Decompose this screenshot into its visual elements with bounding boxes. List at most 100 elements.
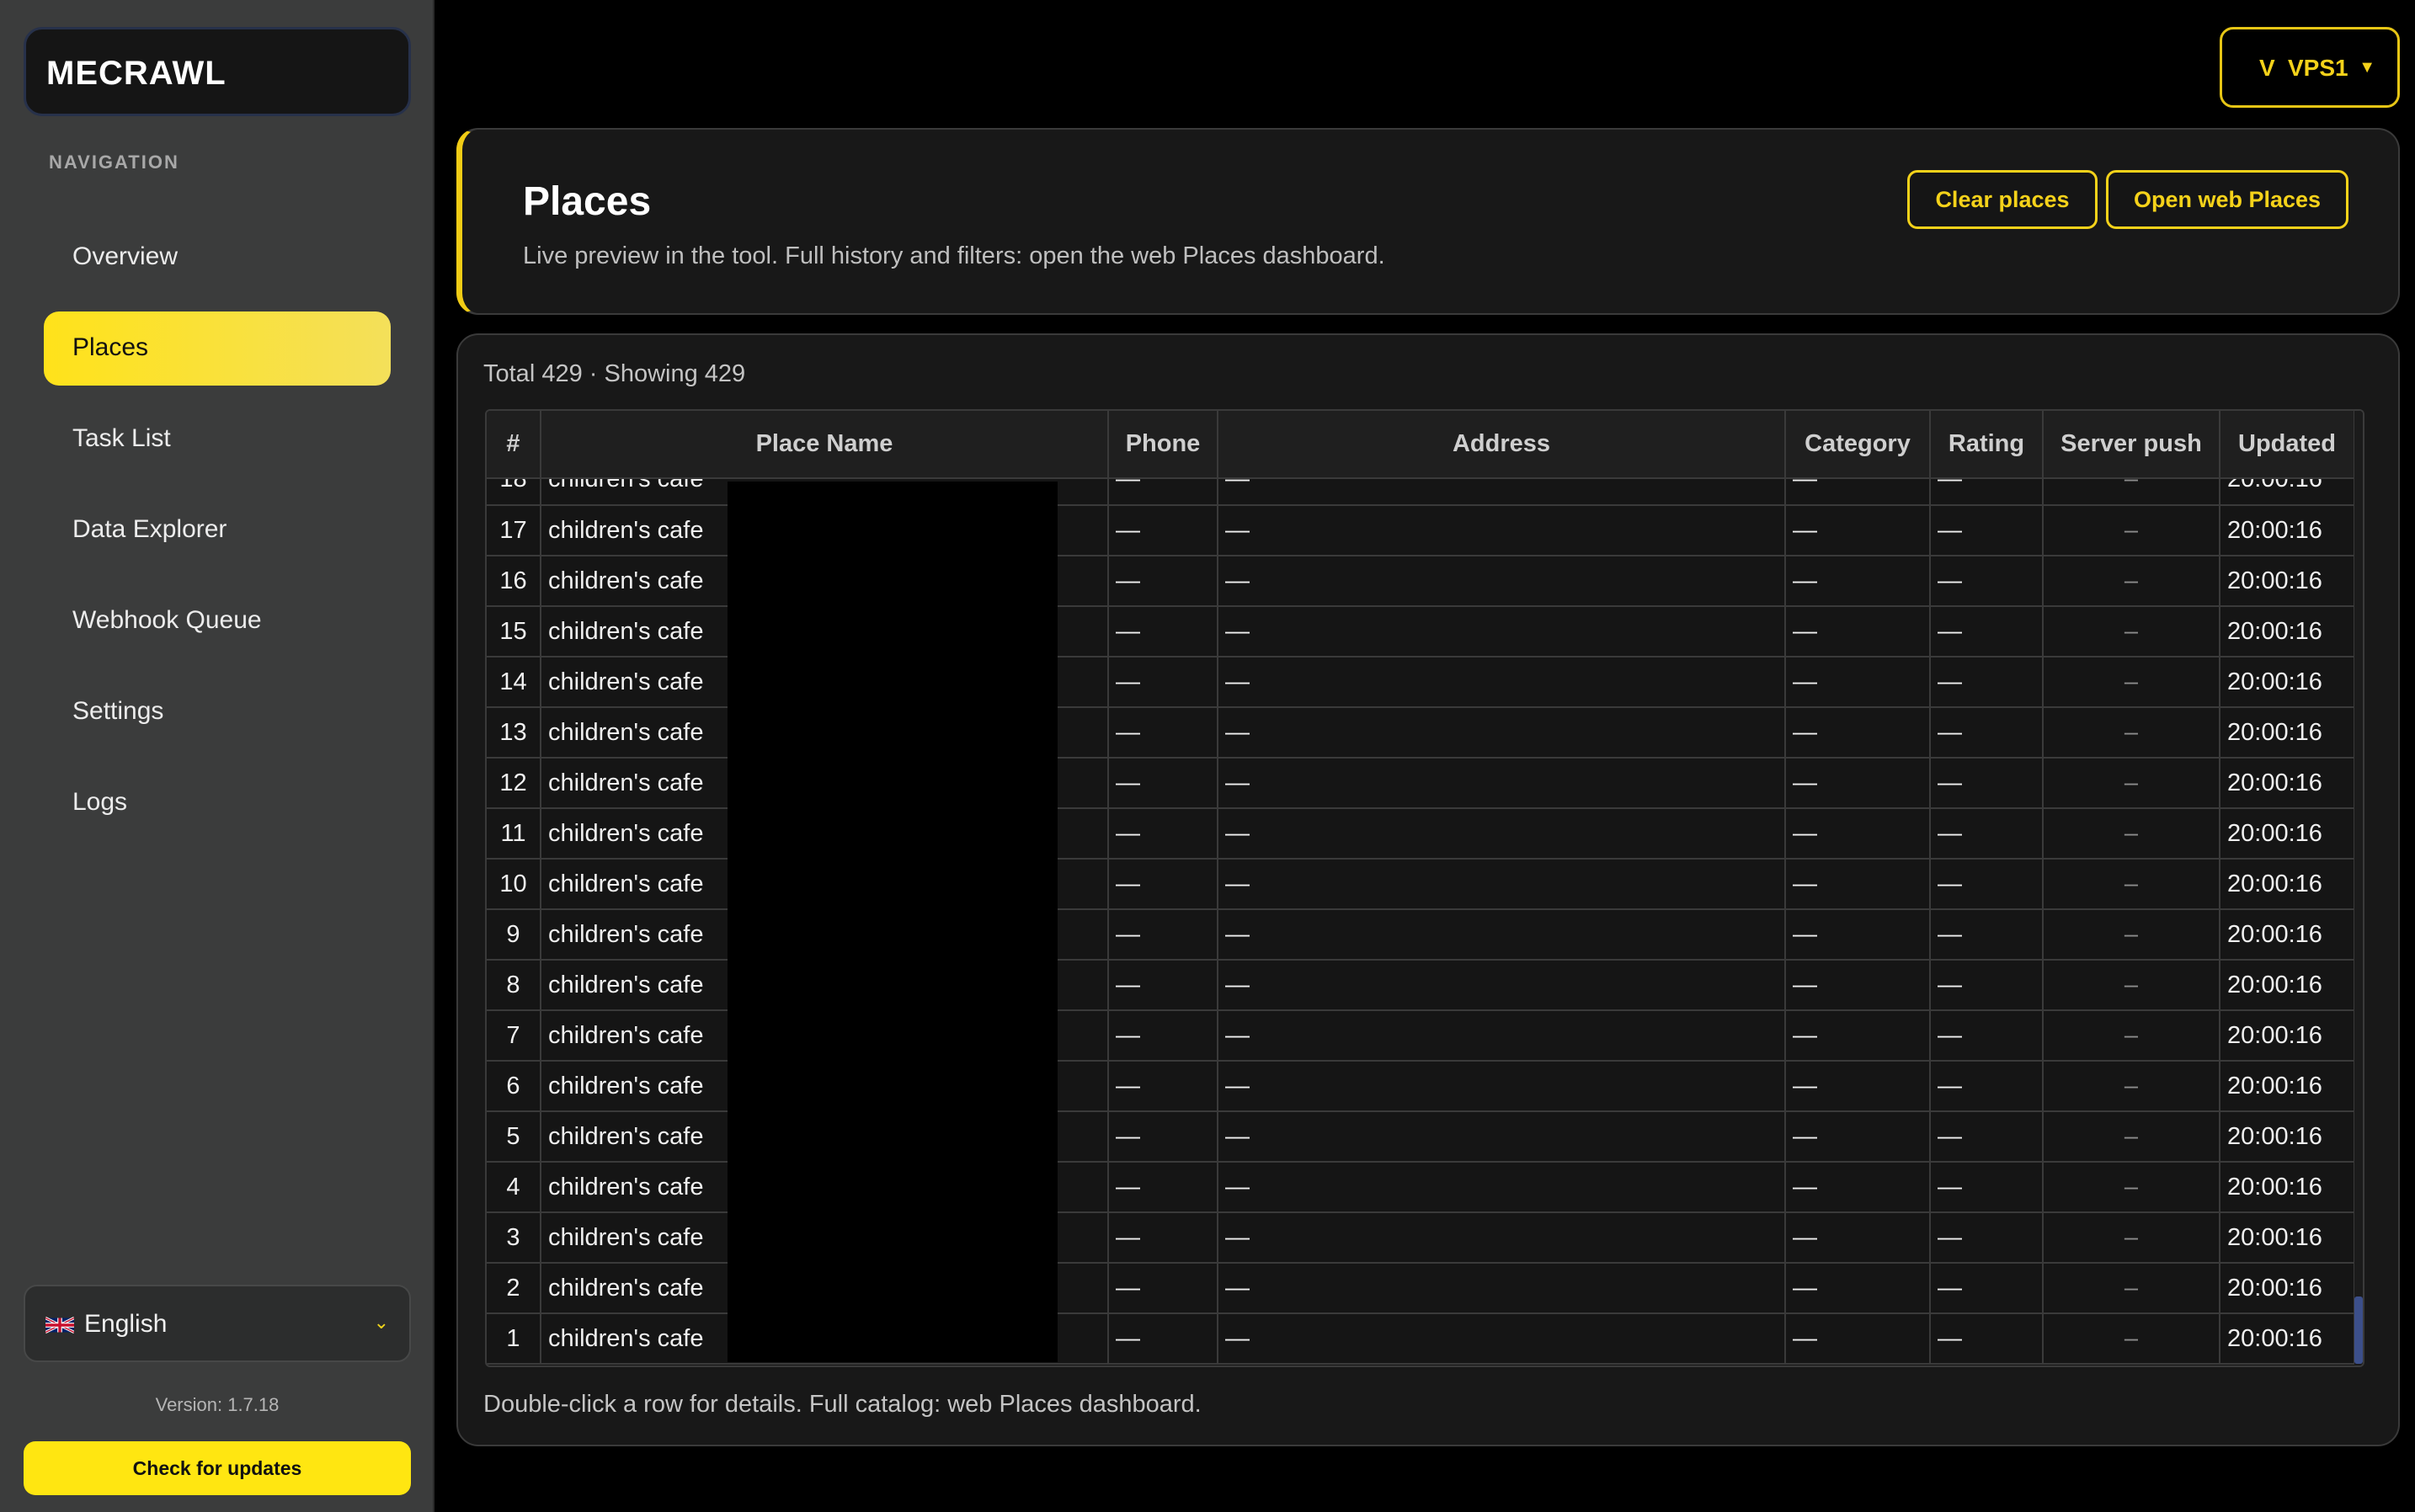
- row-number: 6: [487, 1061, 541, 1112]
- check-updates-button[interactable]: Check for updates: [24, 1441, 411, 1495]
- server-push-cell: –: [2043, 1212, 2220, 1264]
- phone-cell: —: [1108, 707, 1218, 759]
- address-cell: —: [1218, 556, 1786, 607]
- rating-cell: —: [1930, 657, 2044, 708]
- sidebar-item-label: Task List: [72, 424, 171, 452]
- row-number: 17: [487, 505, 541, 556]
- rating-cell: —: [1930, 808, 2044, 860]
- address-cell: —: [1218, 1111, 1786, 1163]
- phone-cell: —: [1108, 909, 1218, 961]
- table-footnote: Double-click a row for details. Full cat…: [483, 1391, 1202, 1418]
- address-cell: —: [1218, 657, 1786, 708]
- category-cell: —: [1785, 657, 1931, 708]
- row-number: 7: [487, 1010, 541, 1062]
- category-cell: —: [1785, 707, 1931, 759]
- column-header-place-name[interactable]: Place Name: [541, 411, 1109, 479]
- updated-cell: 20:00:16: [2220, 960, 2355, 1011]
- phone-cell: —: [1108, 1263, 1218, 1314]
- column-header-category[interactable]: Category: [1785, 411, 1931, 479]
- phone-cell: —: [1108, 556, 1218, 607]
- rating-cell: —: [1930, 909, 2044, 961]
- category-cell: —: [1785, 556, 1931, 607]
- phone-cell: —: [1108, 1010, 1218, 1062]
- row-number: 8: [487, 960, 541, 1011]
- rating-cell: —: [1930, 556, 2044, 607]
- rating-cell: —: [1930, 1061, 2044, 1112]
- column-header-address[interactable]: Address: [1218, 411, 1786, 479]
- updated-cell: 20:00:16: [2220, 758, 2355, 809]
- rating-cell: —: [1930, 758, 2044, 809]
- server-selector[interactable]: V VPS1 ▼: [2220, 27, 2400, 108]
- category-cell: —: [1785, 758, 1931, 809]
- updated-cell: 20:00:16: [2220, 1263, 2355, 1314]
- table-header: # Place Name Phone Address Category Rati…: [487, 411, 2355, 479]
- address-cell: —: [1218, 606, 1786, 658]
- column-header-rating[interactable]: Rating: [1930, 411, 2044, 479]
- clear-places-button[interactable]: Clear places: [1907, 170, 2098, 229]
- updated-cell: 20:00:16: [2220, 1010, 2355, 1062]
- server-push-cell: –: [2043, 1010, 2220, 1062]
- rating-cell: —: [1930, 1263, 2044, 1314]
- sidebar-item-data-explorer[interactable]: Data Explorer: [44, 493, 391, 567]
- sidebar-item-label: Settings: [72, 697, 164, 725]
- address-cell: —: [1218, 1263, 1786, 1314]
- sidebar-item-overview[interactable]: Overview: [44, 221, 391, 295]
- row-number: 2: [487, 1263, 541, 1314]
- category-cell: —: [1785, 1061, 1931, 1112]
- server-push-cell: –: [2043, 909, 2220, 961]
- table-scrollbar[interactable]: [2354, 411, 2363, 1366]
- phone-cell: —: [1108, 1111, 1218, 1163]
- uk-flag-icon: [45, 1316, 74, 1334]
- sidebar-item-settings[interactable]: Settings: [44, 675, 391, 749]
- server-push-cell: –: [2043, 606, 2220, 658]
- address-cell: —: [1218, 505, 1786, 556]
- server-push-cell: –: [2043, 1111, 2220, 1163]
- language-select[interactable]: English ⌄: [24, 1285, 411, 1362]
- column-header-server-push[interactable]: Server push: [2043, 411, 2220, 479]
- phone-cell: —: [1108, 859, 1218, 910]
- open-web-places-button[interactable]: Open web Places: [2106, 170, 2348, 229]
- server-push-cell: –: [2043, 707, 2220, 759]
- server-push-cell: –: [2043, 1061, 2220, 1112]
- rating-cell: —: [1930, 1212, 2044, 1264]
- address-cell: —: [1218, 1313, 1786, 1365]
- sidebar: MECRAWL NAVIGATION Overview Places Task …: [0, 0, 434, 1512]
- row-number: 1: [487, 1313, 541, 1365]
- address-cell: —: [1218, 707, 1786, 759]
- updated-cell: 20:00:16: [2220, 859, 2355, 910]
- nav-heading: NAVIGATION: [49, 152, 179, 173]
- server-push-cell: –: [2043, 1162, 2220, 1213]
- column-header-updated[interactable]: Updated: [2220, 411, 2355, 479]
- category-cell: —: [1785, 1263, 1931, 1314]
- phone-cell: —: [1108, 1212, 1218, 1264]
- server-name: VPS1: [2288, 55, 2348, 81]
- address-cell: —: [1218, 909, 1786, 961]
- phone-cell: —: [1108, 758, 1218, 809]
- scrollbar-thumb[interactable]: [2354, 1296, 2363, 1364]
- category-cell: —: [1785, 505, 1931, 556]
- row-number: 4: [487, 1162, 541, 1213]
- server-push-cell: –: [2043, 556, 2220, 607]
- sidebar-item-label: Logs: [72, 788, 128, 816]
- updated-cell: 20:00:16: [2220, 1111, 2355, 1163]
- sidebar-item-task-list[interactable]: Task List: [44, 402, 391, 476]
- rating-cell: —: [1930, 606, 2044, 658]
- updated-cell: 20:00:16: [2220, 556, 2355, 607]
- language-label: English: [84, 1310, 168, 1338]
- column-header-number[interactable]: #: [487, 411, 541, 479]
- category-cell: —: [1785, 859, 1931, 910]
- places-table[interactable]: 18 children's cafe — — — — –20:00:16 17 children…: [485, 409, 2364, 1367]
- phone-cell: —: [1108, 1061, 1218, 1112]
- row-number: 5: [487, 1111, 541, 1163]
- rating-cell: —: [1930, 1162, 2044, 1213]
- category-cell: —: [1785, 1111, 1931, 1163]
- server-prefix: V: [2259, 55, 2275, 81]
- updated-cell: 20:00:16: [2220, 606, 2355, 658]
- server-push-cell: –: [2043, 657, 2220, 708]
- sidebar-item-logs[interactable]: Logs: [44, 766, 391, 840]
- address-cell: —: [1218, 1162, 1786, 1213]
- column-header-phone[interactable]: Phone: [1108, 411, 1218, 479]
- sidebar-item-places[interactable]: Places: [44, 311, 391, 386]
- rating-cell: —: [1930, 707, 2044, 759]
- sidebar-item-webhook-queue[interactable]: Webhook Queue: [44, 584, 391, 658]
